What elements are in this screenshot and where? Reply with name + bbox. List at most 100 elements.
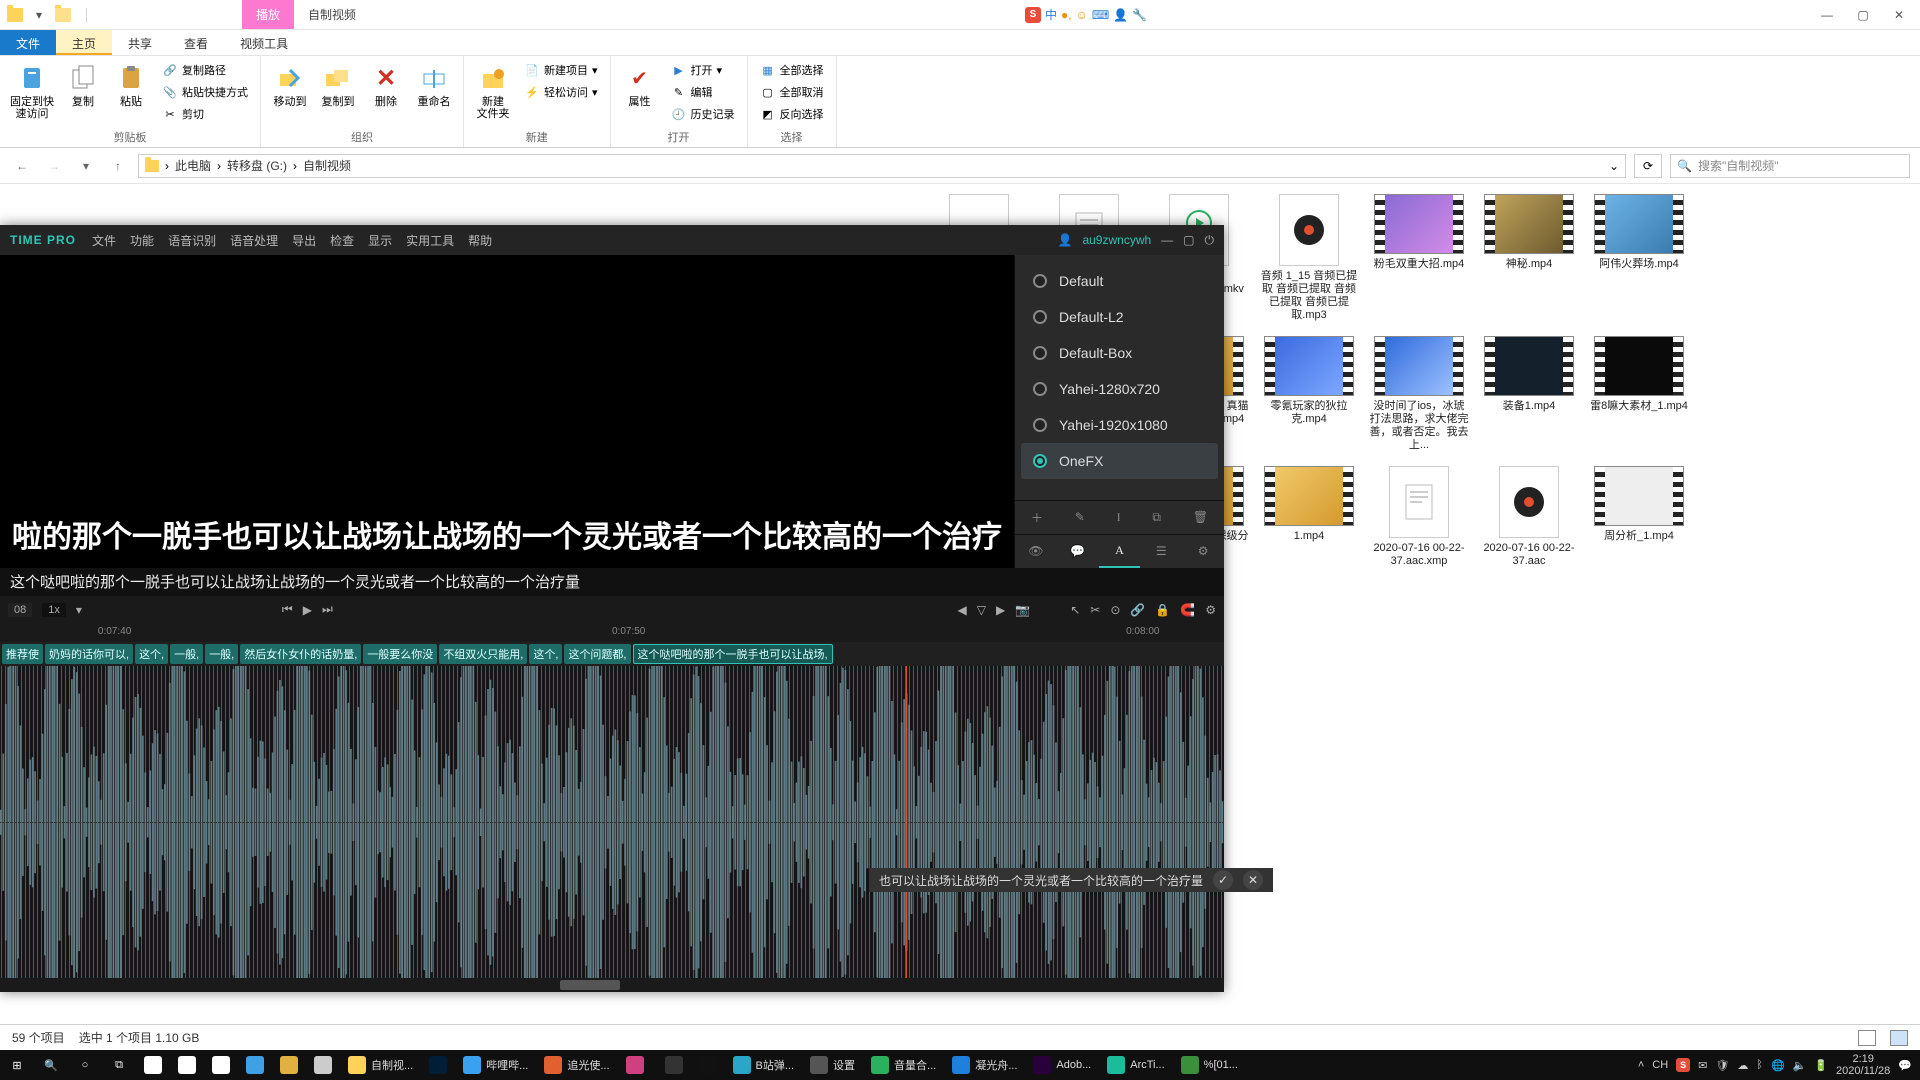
taskview-button[interactable]: ⧉ [102, 1050, 136, 1080]
style-item[interactable]: Default-Box [1021, 335, 1218, 371]
file-item[interactable]: 1.mp4 [1254, 462, 1364, 572]
marker-left-icon[interactable]: ◀ [958, 603, 967, 617]
subtitle-clip[interactable]: 推荐使 [2, 644, 43, 664]
taskbar-item[interactable]: 哔哩哔... [455, 1050, 536, 1080]
path-dropdown-button[interactable]: ⌄ [1609, 159, 1619, 173]
crumb-drive[interactable]: 转移盘 (G:) [227, 157, 287, 174]
subtitle-clip-row[interactable]: 推荐使奶妈的话你可以,这个,一般,一般,然后女仆女仆的话奶量,一般要么你没不组双… [0, 642, 1224, 666]
add-style-button[interactable]: ＋ [1031, 509, 1043, 526]
taskbar-item[interactable]: Adob... [1025, 1050, 1099, 1080]
moveto-button[interactable]: 移动到 [269, 60, 311, 110]
file-item[interactable]: 阿伟火葬场.mp4 [1584, 190, 1694, 326]
refresh-button[interactable]: ⟳ [1634, 154, 1662, 178]
cut-tool-button[interactable]: ✂ [1090, 603, 1100, 617]
file-item[interactable]: 零氪玩家的狄拉克.mp4 [1254, 332, 1364, 456]
marker-down-icon[interactable]: ▽ [977, 603, 986, 617]
nav-back-button[interactable]: ← [10, 154, 34, 178]
chevron-right-icon[interactable]: › [165, 159, 169, 173]
duplicate-style-button[interactable]: ⧉ [1152, 510, 1161, 525]
app-menu-item[interactable]: 语音识别 [168, 232, 216, 249]
file-item[interactable]: 没时间了ios，冰琥打法思路，求大佬完善，或者否定。我去上... [1364, 332, 1474, 456]
file-item[interactable]: 粉毛双重大招.mp4 [1364, 190, 1474, 326]
ime-tool-icon[interactable]: 🔧 [1132, 8, 1147, 22]
subtitle-textline[interactable]: 这个哒吧啦的那个一脱手也可以让战场让战场的一个灵光或者一个比较高的一个治疗量 [0, 568, 1224, 596]
sogou-icon[interactable]: S [1025, 7, 1041, 23]
magnet-tool-button[interactable]: ⊙ [1110, 603, 1120, 617]
subtitle-clip[interactable]: 一般, [205, 644, 238, 664]
tab-chat[interactable]: 💬 [1057, 535, 1099, 568]
rename-button[interactable]: 重命名 [413, 60, 455, 110]
subtitle-clip[interactable]: 不组双火只能用, [439, 644, 527, 664]
crumb-thispc[interactable]: 此电脑 [175, 157, 211, 174]
properties-button[interactable]: ✔属性 [619, 60, 661, 110]
chevron-right-icon[interactable]: › [293, 159, 297, 173]
timeline-scrollbar[interactable] [0, 978, 1224, 992]
search-input[interactable]: 🔍 搜索"自制视频" [1670, 154, 1910, 178]
selectall-button[interactable]: ▦全部选择 [756, 60, 828, 80]
playhead[interactable] [906, 666, 907, 979]
settings-tool-button[interactable]: ⚙ [1205, 603, 1216, 617]
marker-right-icon[interactable]: ▶ [996, 603, 1005, 617]
file-item[interactable]: 音频 1_15 音频已提取 音频已提取 音频已提取 音频已提取.mp3 [1254, 190, 1364, 326]
pin-button[interactable]: 固定到快 速访问 [8, 60, 56, 122]
quickaccess-button[interactable]: ⚡轻松访问▾ [520, 82, 602, 102]
tray-network-icon[interactable]: 🌐 [1771, 1059, 1785, 1072]
style-item[interactable]: Default [1021, 263, 1218, 299]
file-item[interactable]: 神秘.mp4 [1474, 190, 1584, 326]
file-item[interactable]: 2020-07-16 00-22-37.aac [1474, 462, 1584, 572]
taskbar-item[interactable]: 设置 [802, 1050, 863, 1080]
subtitle-clip[interactable]: 一般, [170, 644, 203, 664]
ribbon-tab-file[interactable]: 文件 [0, 30, 56, 55]
search-button[interactable]: 🔍 [34, 1050, 68, 1080]
style-item[interactable]: Yahei-1920x1080 [1021, 407, 1218, 443]
app-menu-item[interactable]: 检查 [330, 232, 354, 249]
delete-button[interactable]: ✕删除 [365, 60, 407, 110]
taskbar-item[interactable] [306, 1050, 340, 1080]
nav-forward-button[interactable]: → [42, 154, 66, 178]
nav-up-button[interactable]: ↑ [106, 154, 130, 178]
text-cursor-icon[interactable]: I [1117, 510, 1121, 525]
taskbar-item[interactable]: 凝光舟... [944, 1050, 1025, 1080]
waveform[interactable] [0, 666, 1224, 979]
taskbar-item[interactable] [136, 1050, 170, 1080]
context-tab-play[interactable]: 播放 [242, 0, 294, 29]
edit-style-button[interactable]: ✎ [1075, 510, 1085, 524]
folder-open-icon[interactable] [52, 4, 74, 26]
taskbar-item[interactable]: 自制视... [340, 1050, 421, 1080]
snapshot-button[interactable]: 📷 [1015, 603, 1030, 617]
tray-speaker-icon[interactable]: 🔈 [1793, 1059, 1807, 1072]
taskbar-item[interactable] [421, 1050, 455, 1080]
taskbar-item[interactable]: 音量合... [863, 1050, 944, 1080]
tray-sogou-icon[interactable]: S [1676, 1058, 1690, 1072]
taskbar-item[interactable] [170, 1050, 204, 1080]
taskbar-item[interactable] [272, 1050, 306, 1080]
speed-dropdown[interactable]: ▾ [76, 603, 82, 617]
app-menu-item[interactable]: 实用工具 [406, 232, 454, 249]
tooltip-confirm-button[interactable]: ✓ [1213, 870, 1233, 890]
tab-sliders[interactable]: ⚙ [1182, 535, 1224, 568]
tray-battery-icon[interactable]: 🔋 [1814, 1059, 1828, 1072]
tab-visibility[interactable]: 👁 [1015, 535, 1057, 568]
tray-shield-icon[interactable]: 🛡 [1715, 1059, 1729, 1072]
ime-keyboard-icon[interactable]: ⌨ [1092, 8, 1109, 22]
app-menu-item[interactable]: 显示 [368, 232, 392, 249]
ime-person-icon[interactable]: 👤 [1113, 8, 1128, 22]
invertselect-button[interactable]: ◩反向选择 [756, 104, 828, 124]
close-button[interactable]: ✕ [1884, 5, 1914, 25]
ime-lang[interactable]: 中 [1045, 6, 1057, 23]
magnet2-tool-button[interactable]: 🧲 [1180, 603, 1195, 617]
delete-style-button[interactable]: 🗑 [1193, 510, 1208, 524]
subtitle-clip[interactable]: 这个, [529, 644, 562, 664]
subtitle-clip[interactable]: 这个哒吧啦的那个一脱手也可以让战场, [633, 644, 833, 664]
ribbon-tab-share[interactable]: 共享 [112, 30, 168, 55]
app-menu-item[interactable]: 功能 [130, 232, 154, 249]
tooltip-cancel-button[interactable]: ✕ [1243, 870, 1263, 890]
newitem-button[interactable]: 📄新建项目▾ [520, 60, 602, 80]
subtitle-clip[interactable]: 然后女仆女仆的话奶量, [240, 644, 361, 664]
taskbar-item[interactable] [657, 1050, 691, 1080]
open-button[interactable]: ▶打开▾ [667, 60, 739, 80]
selectnone-button[interactable]: ▢全部取消 [756, 82, 828, 102]
app-user[interactable]: 👤 au9zwncywh — ▢ ⏻ [1058, 233, 1215, 248]
app-menu-item[interactable]: 语音处理 [230, 232, 278, 249]
tray-mail-icon[interactable]: ✉ [1698, 1059, 1707, 1072]
